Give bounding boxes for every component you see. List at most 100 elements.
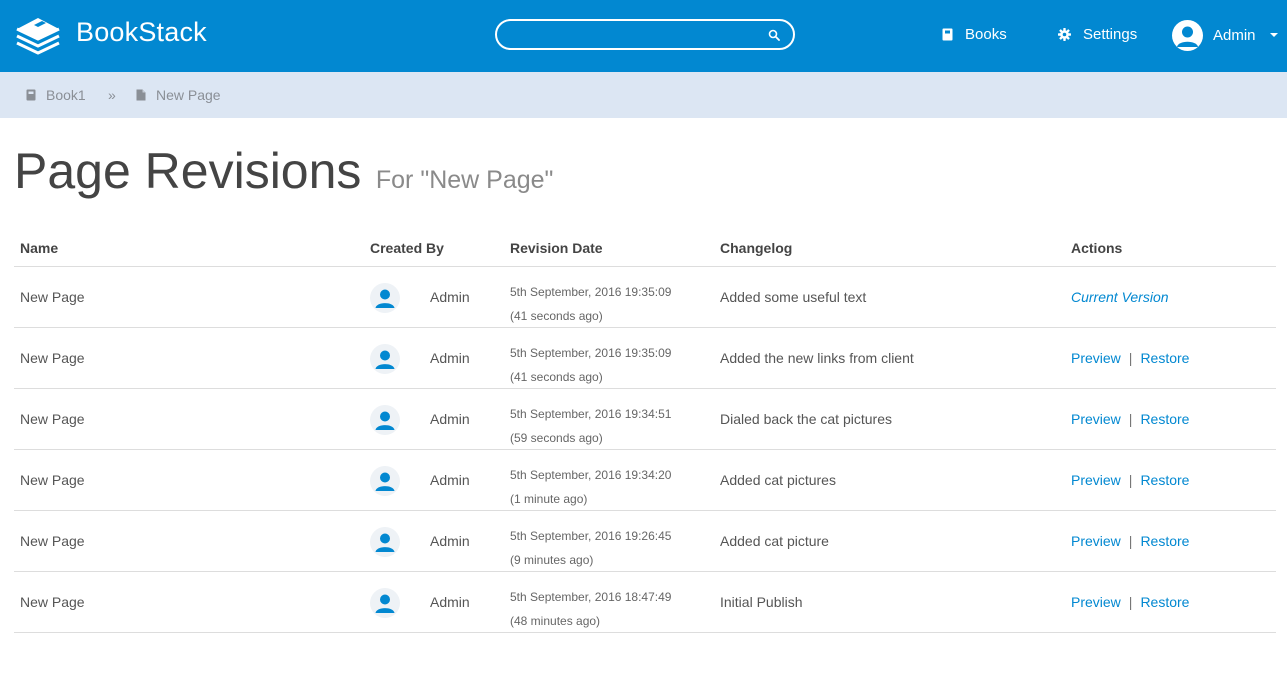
revision-name: New Page xyxy=(20,411,85,427)
column-header-created-by: Created By xyxy=(370,240,444,256)
table-header: Name Created By Revision Date Changelog … xyxy=(14,229,1276,267)
revision-date-value: 5th September, 2016 18:47:49 xyxy=(510,590,672,604)
top-header: BookStack Books Settings Admin xyxy=(0,0,1287,72)
revision-date-value: 5th September, 2016 19:35:09 xyxy=(510,285,672,299)
revision-date-relative: (48 minutes ago) xyxy=(510,614,601,628)
search-input[interactable] xyxy=(509,25,759,45)
revision-changelog: Added some useful text xyxy=(720,289,867,305)
nav-settings-label: Settings xyxy=(1083,25,1138,43)
avatar xyxy=(370,466,400,496)
revision-actions: Preview | Restore xyxy=(1071,350,1189,366)
revision-date-relative: (1 minute ago) xyxy=(510,492,588,506)
app-brand[interactable]: BookStack xyxy=(76,17,207,48)
revision-date-value: 5th September, 2016 19:35:09 xyxy=(510,346,672,360)
column-header-actions: Actions xyxy=(1071,240,1123,256)
revision-date-value: 5th September, 2016 19:26:45 xyxy=(510,529,672,543)
avatar xyxy=(370,527,400,557)
user-icon xyxy=(375,350,395,369)
page-icon xyxy=(136,89,146,101)
user-icon xyxy=(375,594,395,613)
revision-date: 5th September, 2016 19:34:20 (1 minute a… xyxy=(510,463,671,511)
bookstack-logo-icon[interactable] xyxy=(14,13,62,57)
user-icon xyxy=(375,472,395,491)
revision-date: 5th September, 2016 19:26:45 (9 minutes … xyxy=(510,524,671,572)
revision-date-relative: (59 seconds ago) xyxy=(510,431,603,445)
breadcrumb-page-label: New Page xyxy=(156,87,221,103)
revision-name: New Page xyxy=(20,289,85,305)
restore-link[interactable]: Restore xyxy=(1140,533,1189,549)
breadcrumb-separator: » xyxy=(108,87,116,103)
column-header-revision-date: Revision Date xyxy=(510,240,603,256)
restore-link[interactable]: Restore xyxy=(1140,350,1189,366)
revision-author: Admin xyxy=(430,350,470,366)
revision-date: 5th September, 2016 19:35:09 (41 seconds… xyxy=(510,341,671,389)
avatar xyxy=(370,344,400,374)
page-heading: Page Revisions For "New Page" xyxy=(14,142,553,200)
revision-actions: Current Version xyxy=(1071,289,1169,305)
revision-date-value: 5th September, 2016 19:34:20 xyxy=(510,468,672,482)
action-separator: | xyxy=(1128,472,1133,488)
revision-author: Admin xyxy=(430,594,470,610)
table-row: New Page Admin 5th September, 2016 19:26… xyxy=(14,511,1276,572)
avatar xyxy=(370,588,400,618)
current-version-label: Current Version xyxy=(1071,289,1169,305)
table-row: New Page Admin 5th September, 2016 19:34… xyxy=(14,389,1276,450)
page-title: Page Revisions xyxy=(14,143,362,199)
revision-date: 5th September, 2016 18:47:49 (48 minutes… xyxy=(510,585,671,633)
nav-books-label: Books xyxy=(965,25,1007,43)
revision-author: Admin xyxy=(430,289,470,305)
preview-link[interactable]: Preview xyxy=(1071,411,1121,427)
user-avatar xyxy=(1172,19,1203,51)
restore-link[interactable]: Restore xyxy=(1140,594,1189,610)
column-header-changelog: Changelog xyxy=(720,240,793,256)
breadcrumb-book-link[interactable]: Book1 xyxy=(26,87,86,103)
preview-link[interactable]: Preview xyxy=(1071,594,1121,610)
revision-name: New Page xyxy=(20,533,85,549)
breadcrumb-page-link[interactable]: New Page xyxy=(136,87,221,103)
revision-actions: Preview | Restore xyxy=(1071,533,1189,549)
action-separator: | xyxy=(1128,350,1133,366)
avatar xyxy=(370,405,400,435)
restore-link[interactable]: Restore xyxy=(1140,472,1189,488)
table-row: New Page Admin 5th September, 2016 18:47… xyxy=(14,572,1276,633)
preview-link[interactable]: Preview xyxy=(1071,533,1121,549)
restore-link[interactable]: Restore xyxy=(1140,411,1189,427)
revision-date-relative: (41 seconds ago) xyxy=(510,309,603,323)
revision-date: 5th September, 2016 19:35:09 (41 seconds… xyxy=(510,280,671,328)
breadcrumb: Book1 » New Page xyxy=(0,72,1287,118)
page-subtitle: For "New Page" xyxy=(375,166,554,194)
action-separator: | xyxy=(1128,594,1133,610)
revision-actions: Preview | Restore xyxy=(1071,472,1189,488)
book-icon xyxy=(942,28,953,40)
nav-books-link[interactable]: Books xyxy=(942,24,1007,44)
search-box[interactable] xyxy=(495,19,795,50)
revision-changelog: Initial Publish xyxy=(720,594,803,610)
table-row: New Page Admin 5th September, 2016 19:35… xyxy=(14,328,1276,389)
action-separator: | xyxy=(1128,533,1133,549)
user-icon xyxy=(375,533,395,552)
revision-changelog: Added cat pictures xyxy=(720,472,836,488)
revision-actions: Preview | Restore xyxy=(1071,594,1189,610)
revision-author: Admin xyxy=(430,472,470,488)
revision-author: Admin xyxy=(430,533,470,549)
revision-changelog: Added cat picture xyxy=(720,533,829,549)
revision-date-value: 5th September, 2016 19:34:51 xyxy=(510,407,672,421)
action-separator: | xyxy=(1128,411,1133,427)
revision-date-relative: (41 seconds ago) xyxy=(510,370,603,384)
search-icon[interactable] xyxy=(768,29,780,41)
preview-link[interactable]: Preview xyxy=(1071,350,1121,366)
revision-name: New Page xyxy=(20,350,85,366)
preview-link[interactable]: Preview xyxy=(1071,472,1121,488)
user-menu[interactable]: Admin xyxy=(1172,19,1278,51)
user-icon xyxy=(375,411,395,430)
breadcrumb-book-label: Book1 xyxy=(46,87,86,103)
revision-date: 5th September, 2016 19:34:51 (59 seconds… xyxy=(510,402,671,450)
revision-actions: Preview | Restore xyxy=(1071,411,1189,427)
revision-changelog: Added the new links from client xyxy=(720,350,914,366)
table-row: New Page Admin 5th September, 2016 19:34… xyxy=(14,450,1276,511)
user-name: Admin xyxy=(1213,26,1256,44)
user-icon xyxy=(375,289,395,308)
nav-settings-link[interactable]: Settings xyxy=(1058,24,1137,44)
revision-changelog: Dialed back the cat pictures xyxy=(720,411,892,427)
revision-name: New Page xyxy=(20,472,85,488)
